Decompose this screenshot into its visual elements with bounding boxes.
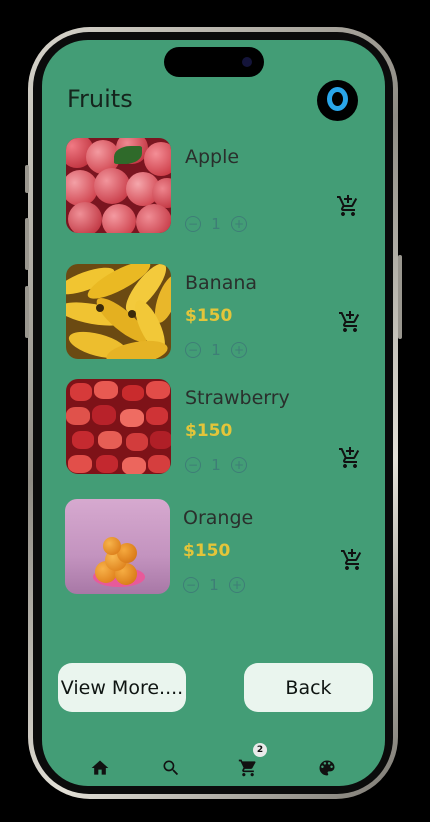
product-card-banana: Banana $150 − 1 + bbox=[42, 264, 385, 360]
increment-button[interactable]: + bbox=[231, 457, 247, 473]
decrement-button[interactable]: − bbox=[185, 216, 201, 232]
front-camera bbox=[242, 57, 252, 67]
quantity-stepper: − 1 + bbox=[183, 576, 245, 594]
mute-switch bbox=[25, 165, 29, 193]
quantity-stepper: − 1 + bbox=[185, 341, 247, 359]
avatar-head bbox=[327, 87, 348, 111]
quantity-stepper: − 1 + bbox=[185, 215, 247, 233]
product-price: $150 bbox=[183, 541, 231, 561]
product-card-strawberry: Strawberry $150 − 1 + bbox=[42, 379, 385, 475]
product-price: $150 bbox=[185, 421, 233, 441]
product-card-orange: Orange $150 − 1 + bbox=[42, 499, 385, 595]
product-name: Strawberry bbox=[185, 387, 290, 409]
volume-up-button bbox=[25, 218, 29, 270]
orange-photo-icon bbox=[65, 499, 170, 594]
avatar[interactable] bbox=[317, 80, 358, 121]
add-to-cart-icon[interactable] bbox=[338, 310, 362, 334]
home-icon[interactable] bbox=[90, 758, 110, 778]
decrement-button[interactable]: − bbox=[183, 577, 199, 593]
quantity-value: 1 bbox=[211, 456, 221, 474]
decrement-button[interactable]: − bbox=[185, 457, 201, 473]
palette-icon[interactable] bbox=[317, 758, 337, 778]
product-card-apple: Apple − 1 + bbox=[42, 138, 385, 234]
product-price: $150 bbox=[185, 306, 233, 326]
cart-badge: 2 bbox=[253, 743, 267, 757]
cart-icon[interactable] bbox=[238, 758, 258, 778]
banana-photo-icon bbox=[66, 264, 171, 359]
product-name: Banana bbox=[185, 272, 258, 294]
search-icon[interactable] bbox=[161, 758, 181, 778]
quantity-value: 1 bbox=[211, 341, 221, 359]
product-name: Orange bbox=[183, 507, 254, 529]
quantity-value: 1 bbox=[211, 215, 221, 233]
decrement-button[interactable]: − bbox=[185, 342, 201, 358]
view-more-button[interactable]: View More.... bbox=[58, 663, 186, 712]
strawberry-photo-icon bbox=[66, 379, 171, 474]
apple-photo-icon bbox=[66, 138, 171, 233]
page-title: Fruits bbox=[67, 85, 133, 113]
quantity-stepper: − 1 + bbox=[185, 456, 247, 474]
increment-button[interactable]: + bbox=[229, 577, 245, 593]
app-screen: Fruits Apple − 1 + Banana $150 − 1 + Str… bbox=[42, 40, 385, 786]
quantity-value: 1 bbox=[209, 576, 219, 594]
volume-down-button bbox=[25, 286, 29, 338]
product-name: Apple bbox=[185, 146, 240, 168]
back-button[interactable]: Back bbox=[244, 663, 373, 712]
add-to-cart-icon[interactable] bbox=[336, 194, 360, 218]
add-to-cart-icon[interactable] bbox=[340, 548, 364, 572]
power-button bbox=[398, 255, 402, 339]
dynamic-island bbox=[164, 47, 264, 77]
increment-button[interactable]: + bbox=[231, 342, 247, 358]
add-to-cart-icon[interactable] bbox=[338, 446, 362, 470]
increment-button[interactable]: + bbox=[231, 216, 247, 232]
